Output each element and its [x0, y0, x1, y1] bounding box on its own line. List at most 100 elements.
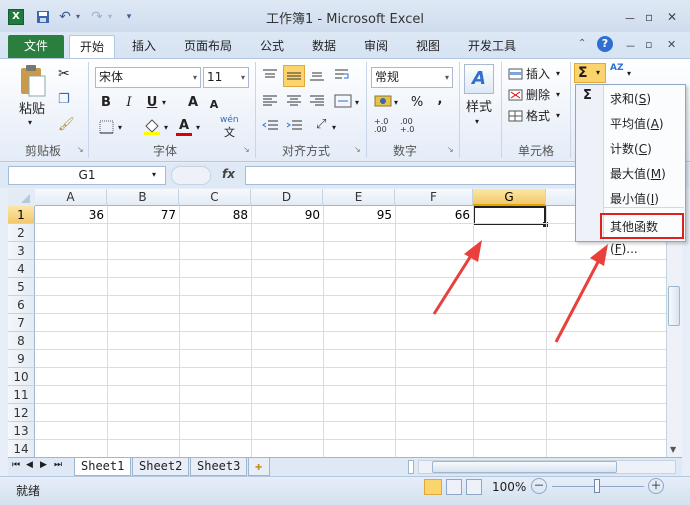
- row-header-10[interactable]: 10: [8, 368, 35, 386]
- column-header-c[interactable]: C: [179, 189, 251, 206]
- column-header-g[interactable]: G: [473, 189, 546, 206]
- last-sheet-icon[interactable]: ⏭: [54, 460, 62, 470]
- menu-item-count[interactable]: 计数(C): [610, 138, 652, 160]
- sheet-tab-sheet1[interactable]: Sheet1: [74, 458, 132, 476]
- delete-cells-icon[interactable]: [508, 88, 524, 102]
- underline-dropdown-icon[interactable]: ▾: [162, 98, 166, 107]
- row-header-13[interactable]: 13: [8, 422, 35, 440]
- menu-item-sum[interactable]: 求和(S): [610, 88, 651, 110]
- zoom-out-button[interactable]: －: [531, 478, 547, 494]
- align-top-icon[interactable]: [262, 68, 278, 82]
- zoom-level[interactable]: 100%: [492, 480, 526, 494]
- decrease-decimal-button[interactable]: .00 +.0: [400, 118, 422, 134]
- copy-icon[interactable]: ❐: [58, 92, 70, 107]
- name-box-dropdown-icon[interactable]: ▾: [152, 170, 156, 179]
- orientation-icon[interactable]: ⤢: [316, 117, 326, 132]
- align-center-icon[interactable]: [286, 94, 302, 108]
- doc-minimize-button[interactable]: －: [625, 38, 636, 54]
- doc-close-button[interactable]: ✕: [667, 38, 676, 51]
- delete-cells-button[interactable]: 删除: [526, 86, 550, 103]
- alignment-launcher-icon[interactable]: ↘: [354, 145, 361, 154]
- menu-item-average[interactable]: 平均值(A): [610, 113, 664, 135]
- row-header-14[interactable]: 14: [8, 440, 35, 457]
- sort-filter-icon[interactable]: AZ: [610, 64, 624, 73]
- tab-review[interactable]: 审阅: [354, 35, 398, 57]
- vertical-scroll-thumb[interactable]: [668, 286, 680, 326]
- bold-button[interactable]: B: [98, 93, 114, 113]
- column-header-f[interactable]: F: [395, 189, 473, 206]
- align-left-icon[interactable]: [262, 94, 278, 108]
- increase-indent-icon[interactable]: [286, 118, 304, 134]
- borders-icon[interactable]: [98, 119, 116, 135]
- paste-dropdown-icon[interactable]: ▾: [28, 118, 32, 127]
- horizontal-scroll-thumb[interactable]: [432, 461, 617, 473]
- insert-function-button[interactable]: fx: [222, 167, 235, 181]
- row-header-1[interactable]: 1: [8, 206, 35, 224]
- doc-restore-button[interactable]: ▫: [645, 38, 652, 51]
- font-name-select[interactable]: 宋体 ▾: [95, 67, 201, 88]
- grow-font-button[interactable]: A: [186, 93, 200, 113]
- fill-color-dropdown-icon[interactable]: ▾: [164, 123, 168, 132]
- merge-center-icon[interactable]: [334, 93, 352, 109]
- paste-icon[interactable]: [18, 64, 48, 98]
- accounting-format-icon[interactable]: [374, 93, 392, 109]
- cell-c1[interactable]: 88: [179, 206, 251, 224]
- sort-filter-dropdown-icon[interactable]: ▾: [627, 69, 631, 78]
- row-header-7[interactable]: 7: [8, 314, 35, 332]
- paste-button[interactable]: 粘贴: [16, 100, 48, 120]
- insert-sheet-icon[interactable]: ✚: [248, 458, 270, 476]
- shrink-font-button[interactable]: A: [208, 95, 220, 115]
- prev-sheet-icon[interactable]: ◀: [26, 460, 33, 470]
- sheet-tab-sheet2[interactable]: Sheet2: [132, 458, 190, 476]
- tab-developer[interactable]: 开发工具: [458, 35, 526, 57]
- autosum-button[interactable]: Σ ▾: [574, 63, 606, 83]
- row-header-4[interactable]: 4: [8, 260, 35, 278]
- row-header-3[interactable]: 3: [8, 242, 35, 260]
- normal-view-button[interactable]: [424, 479, 442, 495]
- tab-view[interactable]: 视图: [406, 35, 450, 57]
- merge-dropdown-icon[interactable]: ▾: [355, 98, 359, 107]
- font-color-button[interactable]: A: [176, 116, 192, 136]
- comma-button[interactable]: ,: [434, 90, 446, 110]
- scroll-down-icon[interactable]: ▼: [670, 445, 676, 454]
- cell-d1[interactable]: 90: [251, 206, 323, 224]
- wrap-text-icon[interactable]: [334, 67, 350, 83]
- increase-decimal-button[interactable]: +.0 .00: [374, 118, 396, 134]
- restore-button[interactable]: ▫: [645, 10, 653, 24]
- tab-page-layout[interactable]: 页面布局: [174, 35, 242, 57]
- decrease-indent-icon[interactable]: [262, 118, 280, 134]
- orientation-dropdown-icon[interactable]: ▾: [332, 123, 336, 132]
- font-launcher-icon[interactable]: ↘: [243, 145, 250, 154]
- tab-insert[interactable]: 插入: [122, 35, 166, 57]
- help-icon[interactable]: ?: [597, 36, 613, 52]
- cell-b1[interactable]: 77: [107, 206, 179, 224]
- align-right-icon[interactable]: [309, 94, 325, 108]
- tab-file[interactable]: 文件: [8, 35, 64, 58]
- zoom-in-button[interactable]: ＋: [648, 478, 664, 494]
- insert-cells-button[interactable]: 插入: [526, 65, 550, 82]
- column-header-e[interactable]: E: [323, 189, 395, 206]
- select-all-corner[interactable]: [8, 189, 35, 206]
- accounting-dropdown-icon[interactable]: ▾: [394, 98, 398, 107]
- row-header-6[interactable]: 6: [8, 296, 35, 314]
- page-layout-view-button[interactable]: [446, 479, 462, 495]
- row-header-12[interactable]: 12: [8, 404, 35, 422]
- tab-data[interactable]: 数据: [302, 35, 346, 57]
- tab-split-handle[interactable]: [408, 460, 414, 474]
- styles-icon[interactable]: A: [464, 64, 494, 94]
- page-break-view-button[interactable]: [466, 479, 482, 495]
- row-header-2[interactable]: 2: [8, 224, 35, 242]
- cell-e1[interactable]: 95: [323, 206, 395, 224]
- insert-dropdown-icon[interactable]: ▾: [556, 69, 560, 78]
- column-header-b[interactable]: B: [107, 189, 179, 206]
- format-painter-icon[interactable]: 🖌: [58, 117, 75, 132]
- number-format-select[interactable]: 常规 ▾: [371, 67, 453, 88]
- italic-button[interactable]: I: [121, 93, 137, 113]
- tab-home[interactable]: 开始: [69, 35, 116, 59]
- number-launcher-icon[interactable]: ↘: [447, 145, 454, 154]
- column-header-a[interactable]: A: [35, 189, 107, 206]
- close-button[interactable]: ✕: [667, 10, 677, 24]
- format-cells-button[interactable]: 格式: [526, 107, 550, 124]
- tab-formulas[interactable]: 公式: [250, 35, 294, 57]
- minimize-ribbon-icon[interactable]: ⌃: [578, 38, 586, 49]
